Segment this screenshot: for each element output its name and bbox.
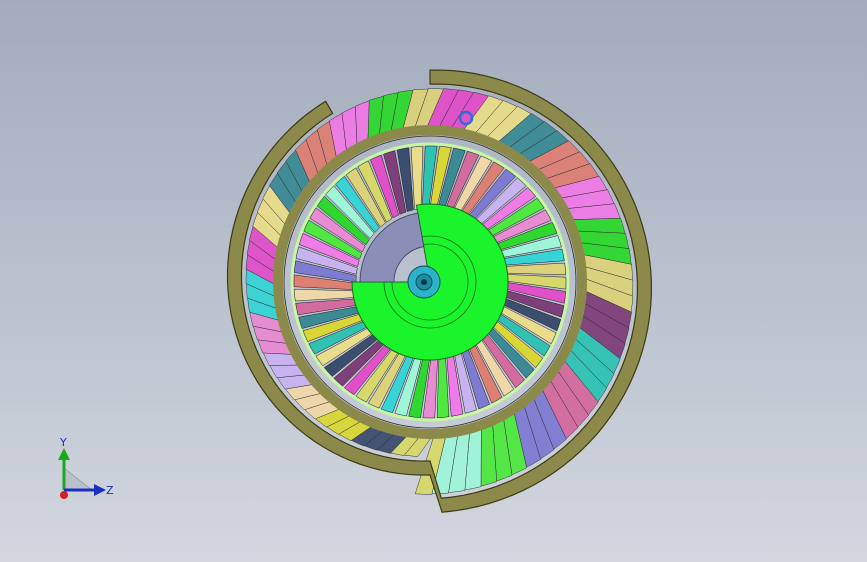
x-axis-dot-icon xyxy=(60,491,68,499)
triad-plane-icon xyxy=(63,467,93,491)
y-axis-arrow-icon xyxy=(58,448,70,460)
axis-triad: Y Z xyxy=(58,438,114,499)
turbine-model[interactable] xyxy=(226,69,652,513)
z-axis-label: Z xyxy=(106,484,114,497)
cad-viewport[interactable] xyxy=(0,0,867,562)
center-shaft xyxy=(407,265,441,299)
y-axis-label: Y xyxy=(59,438,67,449)
shaft-bore xyxy=(421,279,427,285)
z-axis-arrow-icon xyxy=(94,484,106,496)
